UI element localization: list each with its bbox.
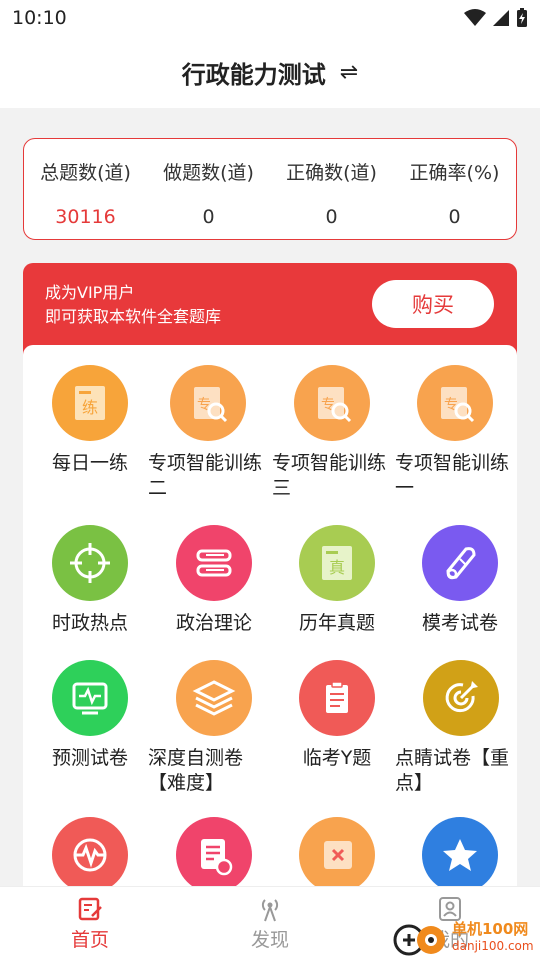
stats-card: 总题数(道) 30116 做题数(道) 0 正确数(道) 0 正确率(%) 0 <box>23 138 517 240</box>
grid-item-label: 时政热点 <box>51 612 128 634</box>
grid-item-pre-exam[interactable]: 临考Y题 <box>275 660 399 771</box>
signal-icon <box>493 10 509 26</box>
stat-label: 总题数(道) <box>40 162 131 184</box>
page-title: 行政能力测试 <box>181 60 326 89</box>
status-bar: 10:10 <box>0 0 540 36</box>
watermark: 单机100网 danji100.com <box>392 916 540 960</box>
scroll-icon <box>422 525 498 601</box>
stat-label: 正确率(%) <box>409 162 500 184</box>
grid-item-label: 预测试卷 <box>51 747 128 769</box>
watermark-logo-icon <box>393 924 445 956</box>
broadcast-icon <box>261 899 279 922</box>
grid-item-key-points[interactable]: 点睛试卷【重点】 <box>393 660 517 796</box>
grid-item-label: 每日一练 <box>51 452 128 474</box>
target-icon <box>423 660 499 736</box>
stat-label: 做题数(道) <box>163 162 254 184</box>
vip-line1: 成为VIP用户 <box>45 283 135 302</box>
practice-icon: 练 <box>52 365 128 441</box>
wrong-book-icon <box>299 817 375 893</box>
layers-icon <box>176 660 252 736</box>
stat-label: 正确数(道) <box>286 162 377 184</box>
grid-item-mock-exams[interactable]: 模考试卷 <box>398 525 522 636</box>
star-icon <box>422 817 498 893</box>
grid-item-special-1[interactable]: 专 专项智能训练一 <box>393 365 517 501</box>
grid-item-label: 历年真题 <box>298 612 375 634</box>
stat-correct: 正确数(道) 0 <box>270 139 393 239</box>
grid-item-label: 点睛试卷【重点】 <box>395 747 510 794</box>
svg-text:真: 真 <box>329 558 345 577</box>
grid-item-deep-self-test[interactable]: 深度自测卷【难度】 <box>146 660 270 796</box>
grid-item-predict-exams[interactable]: 预测试卷 <box>28 660 152 771</box>
grid-item-label: 模考试卷 <box>421 612 498 634</box>
buy-button[interactable]: 购买 <box>372 280 494 328</box>
special-search-icon: 专 <box>294 365 370 441</box>
stat-value: 30116 <box>55 206 116 228</box>
nav-label: 发现 <box>250 929 289 951</box>
stat-value: 0 <box>202 206 215 228</box>
wifi-icon <box>464 9 486 26</box>
stat-value: 0 <box>325 206 338 228</box>
nav-item-home[interactable]: 首页 <box>0 887 180 960</box>
grid-item-past-exams[interactable]: 真 历年真题 <box>275 525 399 636</box>
vip-line2: 即可获取本软件全套题库 <box>45 307 222 326</box>
stat-total: 总题数(道) 30116 <box>24 139 147 239</box>
clipboard-icon <box>299 660 375 736</box>
feature-grid: 练 每日一练 专 专项智能训练二 专 专项智能训练三 专 专项智能训练一 时政热… <box>23 345 517 960</box>
monitor-pulse-icon <box>52 660 128 736</box>
grid-item-political-theory[interactable]: 政治理论 <box>152 525 276 636</box>
vip-banner: 成为VIP用户 即可获取本软件全套题库 购买 练 每日一练 专 专项智能训练二 … <box>23 263 517 960</box>
doc-clock-icon <box>176 817 252 893</box>
battery-icon <box>517 8 527 27</box>
watermark-cn: 单机100网 <box>452 920 529 938</box>
vip-text: 成为VIP用户 即可获取本软件全套题库 <box>45 281 221 329</box>
special-search-icon: 专 <box>170 365 246 441</box>
watermark-en: danji100.com <box>452 939 534 953</box>
status-icons <box>464 8 528 28</box>
grid-item-label: 专项智能训练二 <box>148 452 263 499</box>
grid-item-daily-practice[interactable]: 练 每日一练 <box>28 365 152 476</box>
grid-item-special-2[interactable]: 专 专项智能训练二 <box>146 365 270 501</box>
real-exam-icon: 真 <box>299 525 375 601</box>
grid-item-current-affairs[interactable]: 时政热点 <box>28 525 152 636</box>
stat-rate: 正确率(%) 0 <box>393 139 516 239</box>
special-search-icon: 专 <box>417 365 493 441</box>
grid-item-label: 政治理论 <box>175 612 252 634</box>
home-edit-icon <box>78 897 102 921</box>
grid-item-label: 深度自测卷【难度】 <box>148 747 244 794</box>
switch-icon[interactable]: ⇌ <box>340 60 358 85</box>
crosshair-icon <box>52 525 128 601</box>
stat-done: 做题数(道) 0 <box>147 139 270 239</box>
grid-item-label: 临考Y题 <box>302 747 372 769</box>
nav-label: 首页 <box>70 929 109 951</box>
status-time: 10:10 <box>12 7 67 29</box>
title-bar: 行政能力测试 ⇌ <box>0 36 540 108</box>
books-icon <box>176 525 252 601</box>
grid-item-special-3[interactable]: 专 专项智能训练三 <box>270 365 394 501</box>
heartbeat-icon <box>52 817 128 893</box>
grid-item-label: 专项智能训练一 <box>395 452 510 499</box>
grid-item-label: 专项智能训练三 <box>272 452 387 499</box>
stat-value: 0 <box>448 206 461 228</box>
nav-item-discover[interactable]: 发现 <box>180 887 360 960</box>
svg-text:练: 练 <box>82 398 98 417</box>
